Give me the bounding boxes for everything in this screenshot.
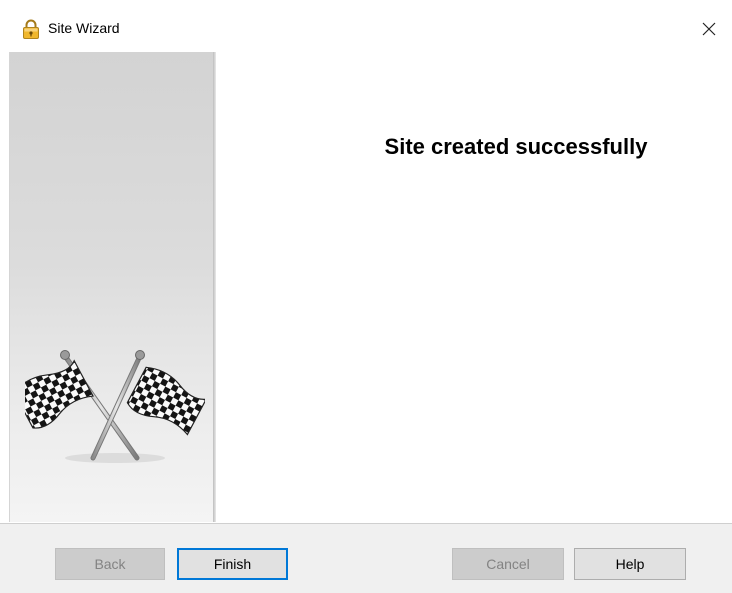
cancel-button[interactable]: Cancel — [452, 548, 564, 580]
finish-button[interactable]: Finish — [177, 548, 288, 580]
window-title: Site Wizard — [48, 20, 120, 36]
close-icon — [702, 22, 716, 36]
side-panel-divider — [213, 52, 216, 522]
back-button[interactable]: Back — [55, 548, 165, 580]
success-heading: Site created successfully — [384, 134, 648, 159]
lock-icon — [23, 19, 39, 39]
success-heading-container: Site created successfully — [216, 134, 732, 160]
button-bar: Back Finish Cancel Help — [0, 523, 732, 593]
title-bar: Site Wizard — [0, 0, 732, 52]
site-wizard-window: Site Wizard Site created successfully Ba… — [0, 0, 732, 593]
help-button[interactable]: Help — [574, 548, 686, 580]
checkered-flags-icon — [25, 350, 205, 463]
close-button[interactable] — [686, 8, 732, 50]
